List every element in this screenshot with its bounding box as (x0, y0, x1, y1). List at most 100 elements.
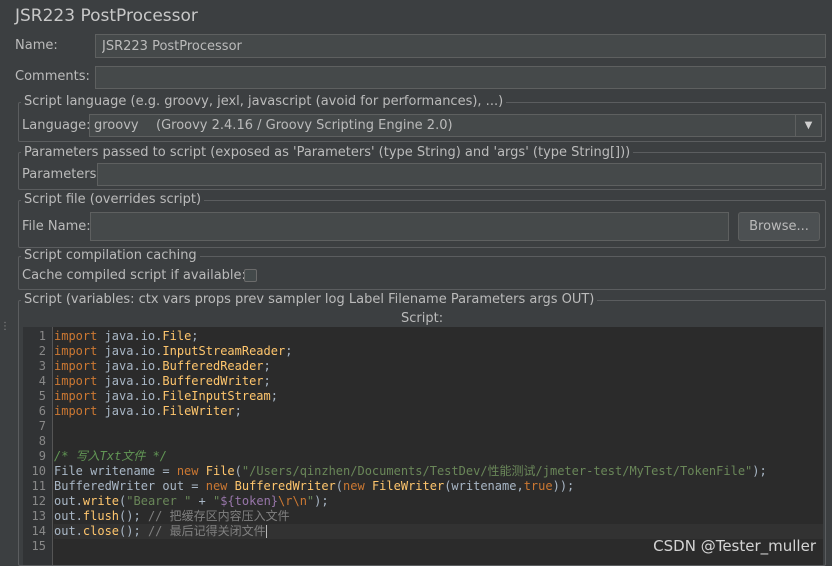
code-token: FileInputStream (162, 389, 271, 403)
code-token: import (54, 329, 98, 343)
code-token: )); (552, 479, 575, 493)
code-token: import (54, 404, 98, 418)
code-token: ; (263, 374, 271, 388)
splitter-handle-icon[interactable]: ⋮ (0, 321, 10, 332)
code-line: import java.io.File; (54, 329, 823, 344)
code-token: out. (54, 509, 83, 523)
code-line: out.flush(); // 把缓存区内容压入文件 (54, 509, 823, 524)
comments-field[interactable] (95, 66, 826, 89)
code-token: out. (54, 494, 83, 508)
code-comment: // 最后记得关闭文件 (147, 524, 266, 538)
script-group-title: Script (variables: ctx vars props prev s… (21, 292, 598, 307)
code-token: ( (234, 464, 242, 478)
code-token: ); (752, 464, 767, 478)
line-number: 13 (31, 509, 46, 523)
code-escape: \r\n (278, 494, 307, 508)
code-token: import (54, 389, 98, 403)
code-token: new (205, 479, 228, 493)
code-line: out.write("Bearer " + "${token}\r\n"); (54, 494, 823, 509)
code-token: ( (335, 479, 344, 493)
watermark: CSDN @Tester_muller (653, 537, 816, 555)
code-token: File writename = (54, 464, 177, 478)
code-token: File (205, 464, 235, 478)
code-token: BufferedWriter (162, 374, 264, 388)
code-line: /* 写入Txt文件 */ (54, 449, 823, 464)
code-token: (); (119, 509, 148, 523)
code-token: ; (285, 344, 293, 358)
code-token: + (191, 494, 213, 508)
parameters-group-title: Parameters passed to script (exposed as … (21, 145, 634, 160)
code-variable: ${token} (220, 494, 279, 508)
code-token: new (176, 464, 199, 478)
code-string: "/Users/qinzhen/Documents/TestDev/性能测试/j… (241, 464, 753, 478)
file-name-field[interactable] (90, 212, 729, 241)
code-token: import (54, 359, 98, 373)
code-line: File writename = new File("/Users/qinzhe… (54, 464, 823, 479)
line-number: 2 (38, 344, 46, 358)
script-subtitle: Script: (401, 311, 444, 326)
script-editor[interactable]: 1 2 3 4 5 6 7 8 9 10 11 12 13 14 15 impo… (23, 327, 823, 565)
line-number: 11 (31, 479, 46, 493)
code-token: java.io. (97, 344, 163, 358)
line-number: 8 (38, 434, 46, 448)
script-file-group-title: Script file (overrides script) (21, 192, 205, 207)
code-string: "Bearer " (126, 494, 192, 508)
name-field[interactable] (95, 34, 826, 58)
code-token: BufferedWriter out = (54, 479, 206, 493)
code-token: close (82, 524, 120, 538)
script-language-group-title: Script language (e.g. groovy, jexl, java… (21, 94, 507, 109)
line-number: 1 (38, 329, 46, 343)
line-number: 9 (38, 449, 46, 463)
line-number: 3 (38, 359, 46, 373)
code-token: ; (234, 404, 242, 418)
code-line: import java.io.FileWriter; (54, 404, 823, 419)
code-token: ; (191, 329, 199, 343)
parameters-label: Parameters: (22, 167, 101, 182)
code-token: ; (270, 389, 278, 403)
code-comment: // 把缓存区内容压入文件 (147, 509, 290, 523)
code-token: File (162, 329, 192, 343)
line-number-gutter: 1 2 3 4 5 6 7 8 9 10 11 12 13 14 15 (23, 327, 53, 565)
code-token: true (523, 479, 553, 493)
code-line: BufferedWriter out = new BufferedWriter(… (54, 479, 823, 494)
file-name-label: File Name: (22, 219, 91, 234)
code-line: import java.io.InputStreamReader; (54, 344, 823, 359)
line-number: 7 (38, 419, 46, 433)
line-number: 4 (38, 374, 46, 388)
language-selected-desc: (Groovy 2.4.16 / Groovy Scripting Engine… (156, 118, 453, 133)
code-token: ); (314, 494, 329, 508)
text-caret (265, 525, 267, 538)
language-select[interactable]: groovy (Groovy 2.4.16 / Groovy Scripting… (89, 114, 822, 137)
code-token: import (54, 344, 98, 358)
line-number: 12 (31, 494, 46, 508)
cache-checkbox[interactable] (244, 269, 257, 282)
cache-label: Cache compiled script if available: (22, 268, 246, 283)
code-token: ; (263, 359, 271, 373)
name-label: Name: (15, 38, 58, 53)
panel-title: JSR223 PostProcessor (15, 6, 198, 26)
code-token: BufferedWriter (234, 479, 336, 493)
code-token: java.io. (97, 389, 163, 403)
code-token: (writename, (444, 479, 524, 493)
code-line: import java.io.BufferedReader; (54, 359, 823, 374)
browse-button[interactable]: Browse... (738, 212, 820, 241)
code-token: java.io. (97, 404, 163, 418)
comments-label: Comments: (15, 69, 90, 84)
code-comment: /* 写入Txt文件 */ (54, 449, 168, 463)
code-token: new (343, 479, 365, 493)
code-token: write (82, 494, 120, 508)
code-token: FileWriter (371, 479, 445, 493)
code-token: FileWriter (162, 404, 235, 418)
line-number: 14 (31, 524, 46, 538)
code-token: InputStreamReader (162, 344, 286, 358)
code-line: import java.io.BufferedWriter; (54, 374, 823, 389)
parameters-field[interactable] (97, 163, 822, 186)
code-token: (); (119, 524, 148, 538)
code-token: java.io. (97, 329, 163, 343)
code-token: out. (54, 524, 83, 538)
line-number: 6 (38, 404, 46, 418)
line-number: 15 (31, 539, 46, 553)
chevron-down-icon[interactable]: ▼ (795, 115, 821, 136)
